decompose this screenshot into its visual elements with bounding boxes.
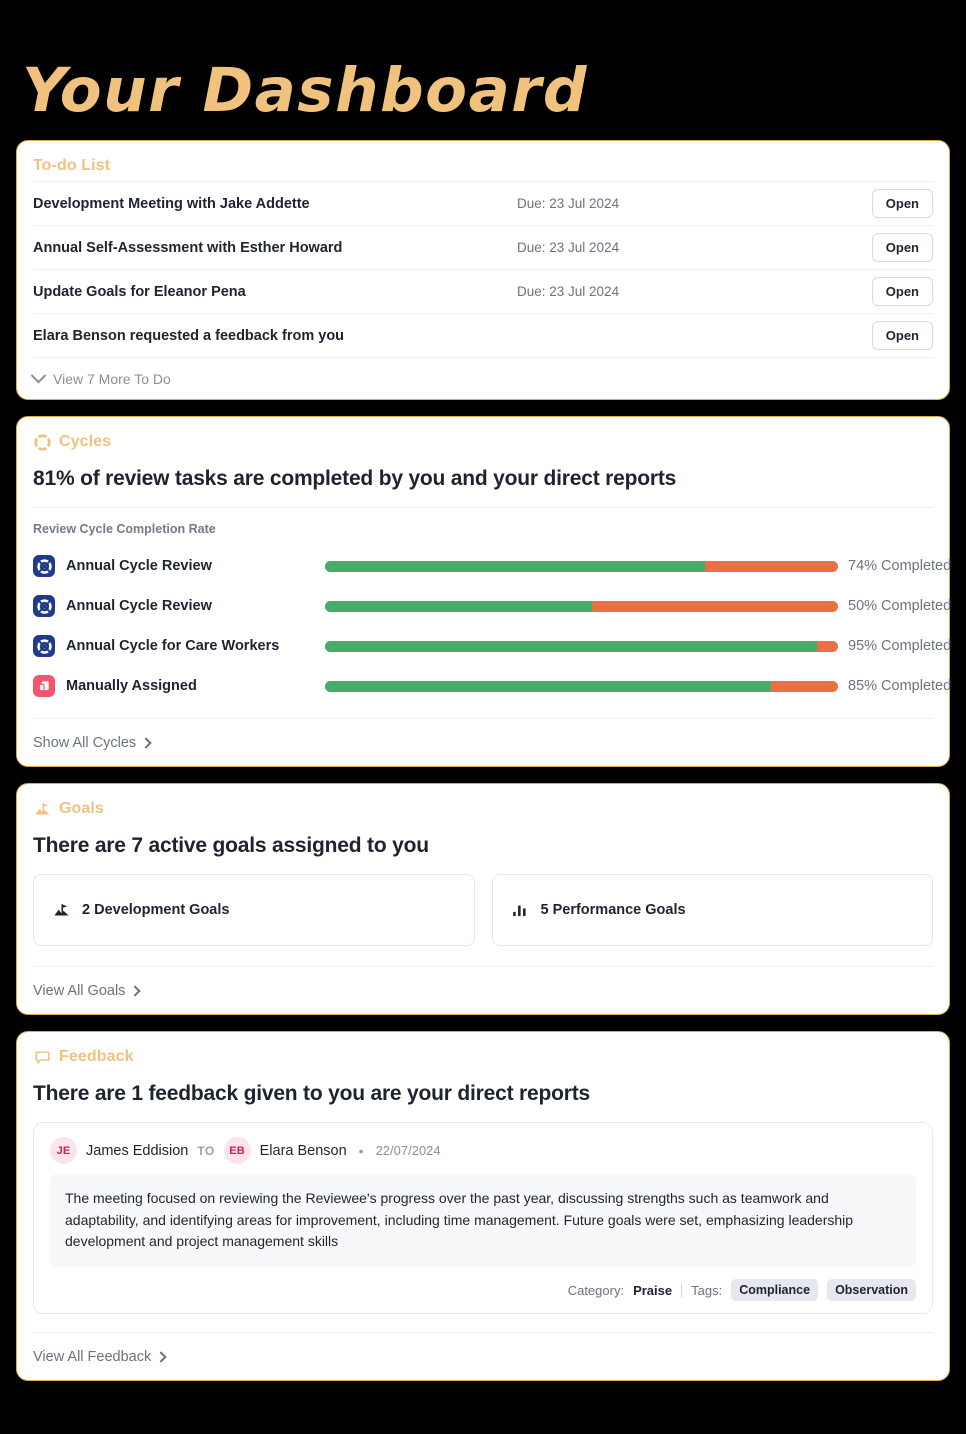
feedback-headline: There are 1 feedback given to you are yo…: [33, 1082, 590, 1105]
goals-headline: There are 7 active goals assigned to you: [33, 834, 429, 857]
progress-bar-fill: [325, 600, 592, 612]
development-goals-card[interactable]: 2 Development Goals: [33, 874, 475, 946]
development-goals-label: 2 Development Goals: [82, 902, 230, 918]
progress-percent-label: 74% Completed: [848, 558, 952, 574]
progress-percent-label: 95% Completed: [848, 638, 952, 654]
chevron-right-icon: [155, 1350, 167, 1363]
status-badge[interactable]: Compliance: [731, 1279, 819, 1302]
tags-label: Tags:: [691, 1282, 723, 1298]
cycle-name: Annual Cycle for Care Workers: [66, 638, 280, 654]
todo-title: Development Meeting with Jake Addette: [33, 195, 310, 212]
cycles-card: Cycles 81% of review tasks are completed…: [16, 416, 951, 767]
flag-mountain-icon: [33, 800, 51, 818]
goal-cards: 2 Development Goals 5 Performance Goals: [33, 874, 933, 966]
chevron-down-icon: [30, 367, 47, 384]
goals-section-label: Goals: [59, 800, 104, 817]
category-value: Praise: [633, 1282, 673, 1298]
view-all-feedback-link[interactable]: View All Feedback: [33, 1332, 933, 1380]
progress-bar-fill: [325, 640, 818, 652]
status-badge[interactable]: Observation: [827, 1279, 916, 1302]
todo-due-date: Due: 23 Jul 2024: [517, 196, 620, 211]
divider: [681, 1282, 683, 1298]
document-copy-icon: [33, 675, 55, 697]
todo-section-label: To-do List: [33, 157, 111, 174]
avatar: EB: [223, 1137, 251, 1164]
list-item[interactable]: Manually Assigned 85% Completed: [33, 666, 951, 706]
show-all-cycles-label: Show All Cycles: [33, 734, 137, 751]
cycle-name: Manually Assigned: [66, 678, 197, 694]
cycle-name: Annual Cycle Review: [66, 558, 212, 574]
table-row[interactable]: Development Meeting with Jake Addette Du…: [33, 181, 933, 225]
performance-goals-card[interactable]: 5 Performance Goals: [491, 874, 933, 946]
todo-title: Annual Self-Assessment with Esther Howar…: [33, 239, 343, 256]
dashboard-page: Your Dashboard To-do List Development Me…: [0, 0, 966, 1434]
view-all-goals-label: View All Goals: [33, 982, 126, 999]
feedback-to-name: Elara Benson: [259, 1142, 347, 1159]
list-item[interactable]: Annual Cycle Review 74% Completed: [33, 546, 951, 586]
progress-bar: [325, 680, 838, 692]
cycle-name: Annual Cycle Review: [66, 598, 212, 614]
lifebuoy-icon: [33, 433, 51, 451]
todo-title: Elara Benson requested a feedback from y…: [33, 327, 345, 344]
cycle-icon: [33, 635, 55, 657]
todo-due-date: Due: 23 Jul 2024: [517, 284, 620, 299]
page-title: Your Dashboard: [22, 54, 588, 126]
progress-bar: [325, 600, 838, 612]
list-item[interactable]: Annual Cycle Review 50% Completed: [33, 586, 951, 626]
progress-bar-fill: [325, 680, 772, 692]
progress-percent-label: 50% Completed: [848, 598, 952, 614]
progress-bar: [325, 640, 838, 652]
feedback-meta: Category: Praise Tags: Compliance Observ…: [50, 1267, 916, 1302]
separator-dot: •: [358, 1142, 364, 1159]
todo-section-header: To-do List: [33, 141, 933, 181]
progress-percent-label: 85% Completed: [848, 678, 952, 694]
open-button[interactable]: Open: [871, 189, 933, 218]
table-row[interactable]: Elara Benson requested a feedback from y…: [33, 313, 933, 357]
goals-card: Goals There are 7 active goals assigned …: [16, 783, 950, 1015]
feedback-section-header: Feedback: [33, 1032, 933, 1072]
goals-section-header: Goals: [33, 784, 933, 824]
table-row[interactable]: Annual Self-Assessment with Esther Howar…: [33, 225, 933, 269]
avatar: JE: [50, 1137, 77, 1164]
open-button[interactable]: Open: [871, 277, 933, 306]
feedback-date: 22/07/2024: [375, 1143, 441, 1158]
category-label: Category:: [567, 1282, 625, 1298]
feedback-body-text: The meeting focused on reviewing the Rev…: [50, 1174, 916, 1268]
todo-list-card: To-do List Development Meeting with Jake…: [16, 140, 950, 400]
todo-title: Update Goals for Eleanor Pena: [33, 283, 246, 300]
feedback-entry[interactable]: JE James Eddision TO EB Elara Benson • 2…: [33, 1122, 933, 1315]
cycle-icon: [33, 555, 55, 577]
feedback-to-word: TO: [197, 1143, 215, 1158]
bar-chart-icon: [511, 901, 529, 919]
performance-goals-label: 5 Performance Goals: [540, 902, 686, 918]
cycles-chart-label: Review Cycle Completion Rate: [33, 522, 216, 536]
open-button[interactable]: Open: [871, 321, 933, 350]
view-more-todo-button[interactable]: View 7 More To Do: [30, 357, 933, 399]
speech-bubble-icon: [33, 1048, 51, 1066]
flag-mountain-icon: [52, 901, 70, 919]
view-more-todo-label: View 7 More To Do: [53, 370, 171, 387]
chevron-right-icon: [129, 984, 142, 997]
feedback-section-label: Feedback: [59, 1048, 134, 1065]
open-button[interactable]: Open: [871, 233, 933, 262]
progress-bar-fill: [325, 560, 705, 572]
feedback-from-name: James Eddision: [86, 1142, 189, 1159]
feedback-card: Feedback There are 1 feedback given to y…: [16, 1031, 950, 1382]
cycles-headline: 81% of review tasks are completed by you…: [33, 467, 677, 490]
show-all-cycles-link[interactable]: Show All Cycles: [33, 718, 933, 766]
table-row[interactable]: Update Goals for Eleanor Pena Due: 23 Ju…: [33, 269, 933, 313]
list-item[interactable]: Annual Cycle for Care Workers 95% Comple…: [33, 626, 951, 666]
cycle-icon: [33, 595, 55, 617]
cycles-section-header: Cycles: [33, 417, 933, 457]
chevron-right-icon: [140, 736, 152, 749]
view-all-goals-link[interactable]: View All Goals: [33, 966, 933, 1014]
view-all-feedback-label: View All Feedback: [33, 1348, 152, 1365]
progress-bar: [325, 560, 838, 572]
todo-due-date: Due: 23 Jul 2024: [517, 240, 620, 255]
cycles-section-label: Cycles: [59, 433, 112, 450]
feedback-participants: JE James Eddision TO EB Elara Benson • 2…: [50, 1137, 916, 1174]
